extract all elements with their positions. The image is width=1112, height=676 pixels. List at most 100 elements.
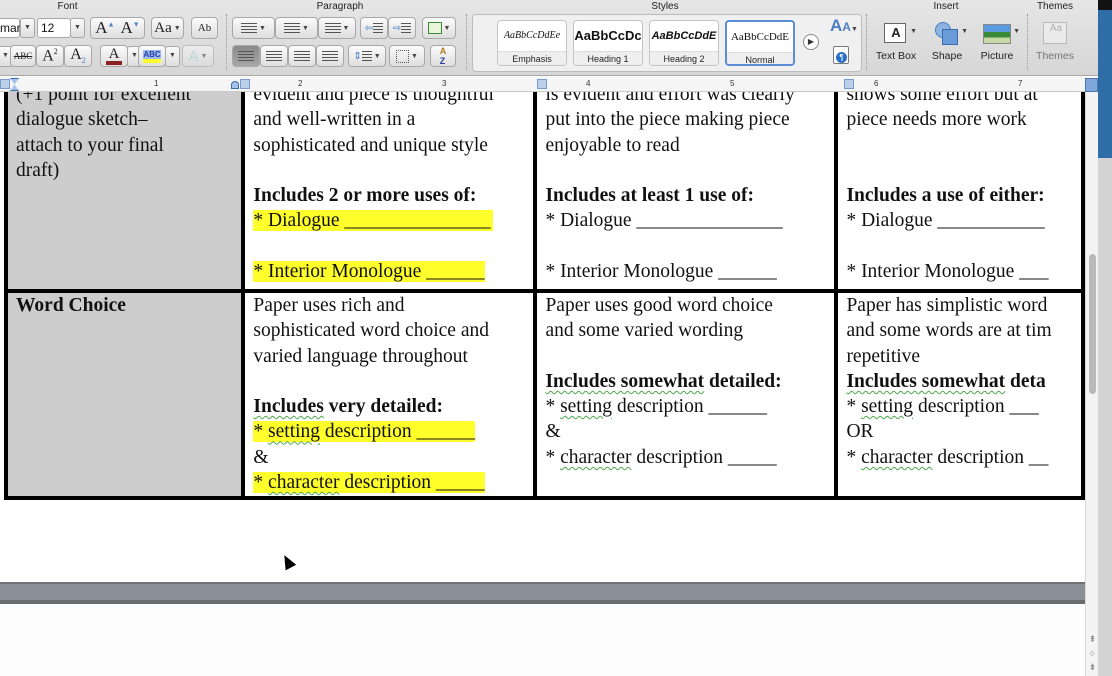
- split-window-handle[interactable]: [1085, 78, 1098, 92]
- vertical-scrollbar[interactable]: ⇞ ○ ⇟: [1085, 92, 1098, 676]
- bullets-icon: [241, 23, 258, 33]
- rubric-cell-good[interactable]: Paper uses good word choice and some var…: [533, 289, 839, 500]
- text-styles-button[interactable]: AA▼: [830, 16, 858, 36]
- clear-formatting-icon: Ab: [197, 22, 212, 34]
- subscript-button[interactable]: A2: [64, 45, 92, 67]
- numbering-icon: [284, 23, 301, 33]
- styles-pane-icon[interactable]: ¶: [833, 46, 849, 64]
- text-box-icon: A ▼: [881, 20, 917, 46]
- superscript-icon: A2: [42, 46, 58, 65]
- insert-group-title: Insert: [933, 1, 959, 12]
- shape-icon: ▼: [932, 20, 968, 46]
- first-line-indent-marker[interactable]: [10, 78, 19, 91]
- font-size-input[interactable]: 12: [37, 18, 71, 38]
- multilevel-list-button[interactable]: ▼: [318, 17, 356, 39]
- scrollbar-thumb[interactable]: [1089, 254, 1096, 394]
- borders-button[interactable]: ▼: [389, 45, 425, 67]
- previous-page-icon[interactable]: ⇞: [1087, 632, 1098, 646]
- numbering-button[interactable]: ▼: [275, 17, 318, 39]
- styles-next-button[interactable]: ▶: [803, 34, 819, 50]
- background-window-edge-top: [1098, 0, 1112, 10]
- subscript-icon: A2: [70, 46, 86, 66]
- align-left-button[interactable]: [232, 45, 260, 67]
- justify-button[interactable]: [316, 45, 344, 67]
- ruler-number: 3: [442, 79, 447, 88]
- themes-group-title: Themes: [1036, 1, 1074, 12]
- rubric-cell-fair[interactable]: shows some effort but at piece needs mor…: [834, 92, 1085, 293]
- sort-button[interactable]: AZ: [430, 45, 456, 67]
- columns-button[interactable]: ▼: [422, 17, 456, 39]
- text-box-button[interactable]: A ▼ Text Box: [870, 20, 922, 62]
- rubric-category-cell[interactable]: (+1 point for excellent dialogue sketch–…: [3, 92, 246, 293]
- justify-icon: [322, 51, 338, 61]
- group-separator: [226, 14, 227, 70]
- align-left-icon: [238, 51, 254, 61]
- document-page[interactable]: (+1 point for excellent dialogue sketch–…: [0, 92, 1085, 582]
- rubric-cell-good[interactable]: is evident and effort was clearly put in…: [533, 92, 839, 293]
- picture-icon: ▼: [982, 20, 1020, 46]
- ruler-column-marker[interactable]: [0, 79, 10, 89]
- highlight-icon: ABC: [143, 49, 161, 63]
- clear-formatting-button[interactable]: Ab: [191, 17, 218, 39]
- style-heading-2[interactable]: AaBbCcDdE Heading 2: [649, 20, 719, 66]
- ruler-number: 1: [154, 79, 159, 88]
- align-right-button[interactable]: [288, 45, 316, 67]
- line-spacing-button[interactable]: ⇕ ▼: [348, 45, 386, 67]
- superscript-button[interactable]: A2: [36, 45, 64, 67]
- text-effects-button[interactable]: A ▼: [182, 45, 214, 67]
- grow-font-button[interactable]: A▲: [95, 18, 114, 38]
- sort-icon: AZ: [439, 46, 447, 66]
- align-center-button[interactable]: [260, 45, 288, 67]
- left-indent-marker[interactable]: [231, 81, 239, 89]
- rubric-cell-excellent[interactable]: Paper uses rich and sophisticated word c…: [241, 289, 538, 500]
- decrease-indent-icon: ⇦: [364, 22, 374, 34]
- styles-group-title: Styles: [651, 1, 679, 12]
- font-color-icon: A: [106, 47, 122, 65]
- picture-button[interactable]: ▼ Picture: [971, 20, 1023, 62]
- rubric-category-cell[interactable]: Word Choice: [3, 289, 246, 500]
- rubric-cell-excellent[interactable]: evident and piece is thoughtful and well…: [241, 92, 538, 293]
- next-document-page[interactable]: [0, 608, 1085, 676]
- background-window-edge: [1098, 10, 1112, 158]
- bullets-button[interactable]: ▼: [232, 17, 275, 39]
- change-case-button[interactable]: Aa ▼: [151, 17, 184, 39]
- shrink-font-button[interactable]: A▼: [121, 18, 140, 38]
- style-heading-1[interactable]: AaBbCcDc Heading 1: [573, 20, 643, 66]
- ruler-column-marker[interactable]: [844, 79, 854, 89]
- font-name-dropdown[interactable]: ▼: [20, 18, 35, 38]
- themes-icon: Aa: [1040, 20, 1070, 46]
- styles-gallery: AaBbCcDdEe Emphasis AaBbCcDc Heading 1 A…: [472, 14, 862, 72]
- table-row: (+1 point for excellent dialogue sketch–…: [3, 92, 1085, 293]
- highlight-dropdown[interactable]: ▼: [165, 46, 180, 67]
- style-emphasis[interactable]: AaBbCcDdEe Emphasis: [497, 20, 567, 66]
- strikethrough-icon: ABC: [13, 51, 33, 61]
- paragraph-group-title: Paragraph: [316, 1, 364, 12]
- text-effects-icon: A: [188, 47, 199, 65]
- ruler-column-marker[interactable]: [537, 79, 547, 89]
- font-name-input[interactable]: man: [0, 18, 23, 38]
- browse-object-icon[interactable]: ○: [1087, 646, 1098, 660]
- group-separator: [466, 14, 467, 70]
- ruler-column-marker[interactable]: [240, 79, 250, 89]
- horizontal-ruler[interactable]: 1 2 3 4 5 6 7: [0, 77, 1085, 92]
- shape-button[interactable]: ▼ Shape: [921, 20, 973, 62]
- line-spacing-icon: ⇕: [353, 50, 362, 62]
- highlight-button[interactable]: ABC: [138, 45, 166, 67]
- columns-icon: [427, 22, 442, 34]
- font-group-title: Font: [57, 1, 78, 12]
- themes-button[interactable]: Aa Themes: [1029, 20, 1081, 62]
- group-separator: [866, 14, 867, 70]
- style-normal[interactable]: AaBbCcDdE Normal: [725, 20, 795, 66]
- page-break-gap: [0, 582, 1085, 604]
- strikethrough-button[interactable]: ABC: [10, 45, 36, 67]
- next-page-icon[interactable]: ⇟: [1087, 660, 1098, 674]
- increase-indent-button[interactable]: ⇨: [388, 17, 416, 39]
- rubric-cell-fair[interactable]: Paper has simplistic word and some words…: [834, 289, 1085, 500]
- font-color-button[interactable]: A: [100, 45, 128, 67]
- decrease-indent-button[interactable]: ⇦: [360, 17, 388, 39]
- ribbon: Font man ▼ 12 ▼ A▲ A▼ Aa ▼ Ab ▼ ABC A2 A2…: [0, 0, 1098, 76]
- multilevel-list-icon: [324, 23, 341, 33]
- table-row: Word Choice Paper uses rich and sophisti…: [3, 289, 1085, 500]
- document-area[interactable]: (+1 point for excellent dialogue sketch–…: [0, 92, 1085, 676]
- font-size-dropdown[interactable]: ▼: [70, 18, 85, 38]
